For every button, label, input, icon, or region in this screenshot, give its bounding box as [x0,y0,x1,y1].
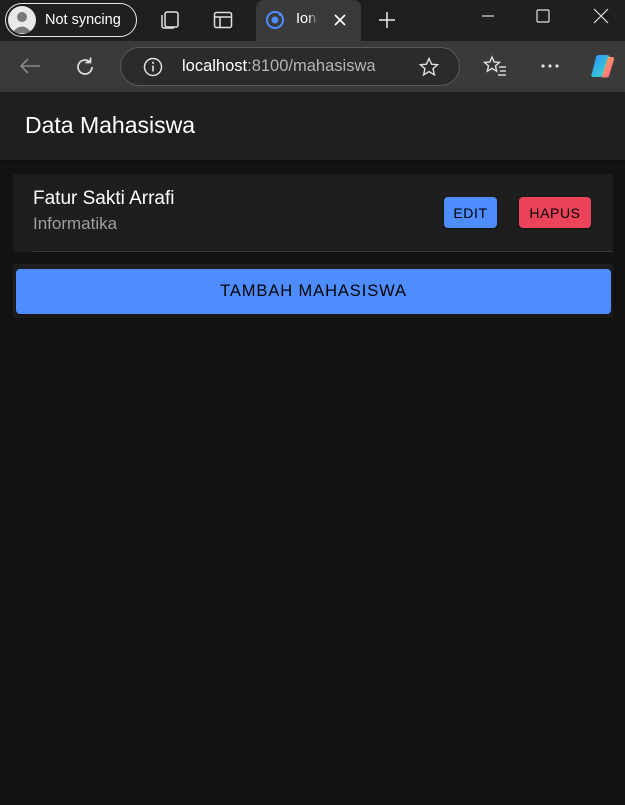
delete-button[interactable]: HAPUS [519,197,591,228]
browser-navbar: localhost:8100/mahasiswa [0,41,625,92]
student-major: Informatika [33,214,118,233]
minimize-icon[interactable] [478,8,498,24]
close-window-icon[interactable] [592,7,610,25]
avatar [8,6,36,34]
address-bar[interactable]: localhost:8100/mahasiswa [120,47,460,86]
ionic-tab-icon [265,10,285,30]
item-divider [33,251,613,252]
add-student-button[interactable]: TAMBAH MAHASISWA [16,269,611,314]
app-content: Fatur Sakti Arrafi Informatika EDIT HAPU… [0,161,625,805]
url-text[interactable]: localhost:8100/mahasiswa [182,57,376,76]
url-path: :8100/mahasiswa [247,57,376,75]
info-icon[interactable] [142,56,164,78]
copilot-icon[interactable] [588,52,618,80]
student-name: Fatur Sakti Arrafi [33,188,175,209]
profile-button[interactable]: Not syncing [5,3,137,37]
favorite-star-icon[interactable] [418,56,440,78]
student-list: Fatur Sakti Arrafi Informatika EDIT HAPU… [13,174,613,252]
workspaces-icon[interactable] [158,9,182,31]
add-button-container: TAMBAH MAHASISWA [13,264,613,318]
more-icon[interactable] [538,55,562,77]
favorites-icon[interactable] [483,54,507,78]
new-tab-icon[interactable] [377,10,397,30]
edit-button[interactable]: EDIT [444,197,497,228]
refresh-icon[interactable] [73,55,97,79]
tab-ionic[interactable]: Ionic [256,0,361,41]
tab-actions-icon[interactable] [211,9,235,31]
tab-title: Ionic [296,11,318,27]
maximize-icon[interactable] [535,8,551,24]
url-host: localhost [182,57,248,75]
profile-label: Not syncing [45,12,121,28]
close-tab-icon[interactable] [332,12,348,28]
back-icon[interactable] [18,55,42,77]
browser-titlebar: Not syncing Ionic [0,0,625,41]
app-toolbar: Data Mahasiswa [0,92,625,161]
page-title: Data Mahasiswa [25,112,196,138]
